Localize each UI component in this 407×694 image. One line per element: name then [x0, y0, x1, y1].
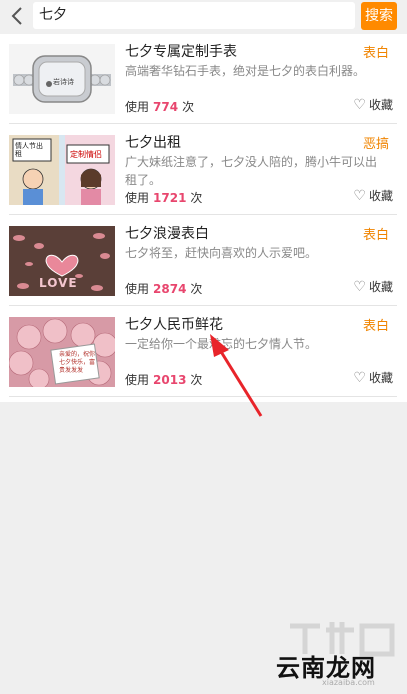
item-description: 高端奢华钻石手表，绝对是七夕的表白利器。 — [125, 64, 366, 78]
heart-icon: ♡ — [353, 188, 366, 204]
heart-icon: ♡ — [353, 370, 366, 386]
usage-number: 774 — [153, 100, 179, 114]
item-thumbnail: 岩诗诗 — [9, 44, 115, 114]
favorite-button[interactable]: ♡ 收藏 — [353, 278, 393, 295]
list-item[interactable]: LOVE 七夕浪漫表白 表白 七夕将至，赶快向喜欢的人示爱吧。 使用 2874 次 … — [0, 216, 407, 306]
usage-suffix: 次 — [190, 282, 203, 296]
item-description: 七夕将至，赶快向喜欢的人示爱吧。 — [125, 246, 318, 260]
list-item[interactable]: 岩诗诗 七夕专属定制手表 表白 高端奢华钻石手表，绝对是七夕的表白利器。 使用 7… — [0, 34, 407, 124]
heart-icon: ♡ — [353, 279, 366, 295]
thumb-love-text: LOVE — [39, 276, 78, 290]
usage-number: 1721 — [153, 191, 187, 205]
favorite-label: 收藏 — [368, 98, 393, 112]
usage-number: 2874 — [153, 282, 187, 296]
item-thumbnail: LOVE — [9, 226, 115, 296]
thumb-card-text: 亲爱的，祝你七夕快乐，富贵发发发 — [59, 351, 96, 374]
item-tag[interactable]: 表白 — [363, 224, 389, 243]
item-title: 七夕浪漫表白 — [125, 226, 209, 242]
item-thumbnail: 情人节出租 定制情侣 — [9, 135, 115, 205]
thumb-sign-right: 定制情侣 — [70, 150, 102, 159]
item-tag[interactable]: 表白 — [363, 315, 389, 334]
search-button[interactable]: 搜索 — [361, 2, 397, 30]
favorite-label: 收藏 — [368, 280, 393, 294]
usage-suffix: 次 — [190, 373, 203, 387]
divider — [9, 214, 397, 215]
usage-number: 2013 — [153, 373, 187, 387]
item-description: 一定给你一个最难忘的七夕情人节。 — [125, 337, 318, 351]
top-bar: 七夕 搜索 — [0, 0, 407, 34]
list-item[interactable]: 亲爱的，祝你七夕快乐，富贵发发发 七夕人民币鲜花 表白 一定给你一个最难忘的七夕… — [0, 307, 407, 397]
result-list: 岩诗诗 七夕专属定制手表 表白 高端奢华钻石手表，绝对是七夕的表白利器。 使用 7… — [0, 34, 407, 402]
favorite-button[interactable]: ♡ 收藏 — [353, 369, 393, 386]
heart-icon: ♡ — [353, 97, 366, 113]
favorite-button[interactable]: ♡ 收藏 — [353, 96, 393, 113]
item-title: 七夕出租 — [125, 135, 181, 151]
usage-count: 使用 2874 次 — [125, 280, 202, 297]
divider — [9, 396, 397, 397]
usage-prefix: 使用 — [125, 282, 150, 296]
usage-prefix: 使用 — [125, 100, 150, 114]
thumb-sign-left: 情人节出租 — [15, 142, 43, 158]
favorite-label: 收藏 — [368, 371, 393, 385]
watermark: 云南龙网 xiazaiba.com — [272, 612, 402, 690]
usage-prefix: 使用 — [125, 191, 150, 205]
list-item[interactable]: 情人节出租 定制情侣 七夕出租 恶搞 广大妹纸注意了，七夕没人陪的，腾小牛可以出… — [0, 125, 407, 215]
item-title: 七夕专属定制手表 — [125, 44, 237, 60]
usage-count: 使用 1721 次 — [125, 189, 202, 206]
usage-suffix: 次 — [190, 191, 203, 205]
watermark-subtext: xiazaiba.com — [322, 678, 375, 687]
usage-prefix: 使用 — [125, 373, 150, 387]
item-tag[interactable]: 恶搞 — [363, 133, 389, 152]
item-title: 七夕人民币鲜花 — [125, 317, 223, 333]
thumb-brand-text: 岩诗诗 — [53, 78, 74, 86]
usage-suffix: 次 — [182, 100, 195, 114]
usage-count: 使用 2013 次 — [125, 371, 202, 388]
back-arrow-icon[interactable] — [8, 5, 28, 27]
divider — [9, 123, 397, 124]
search-input[interactable]: 七夕 — [33, 2, 355, 29]
favorite-button[interactable]: ♡ 收藏 — [353, 187, 393, 204]
item-tag[interactable]: 表白 — [363, 42, 389, 61]
favorite-label: 收藏 — [368, 189, 393, 203]
item-description: 广大妹纸注意了，七夕没人陪的，腾小牛可以出租了。 — [125, 155, 378, 187]
item-thumbnail: 亲爱的，祝你七夕快乐，富贵发发发 — [9, 317, 115, 387]
usage-count: 使用 774 次 — [125, 98, 194, 115]
divider — [9, 305, 397, 306]
